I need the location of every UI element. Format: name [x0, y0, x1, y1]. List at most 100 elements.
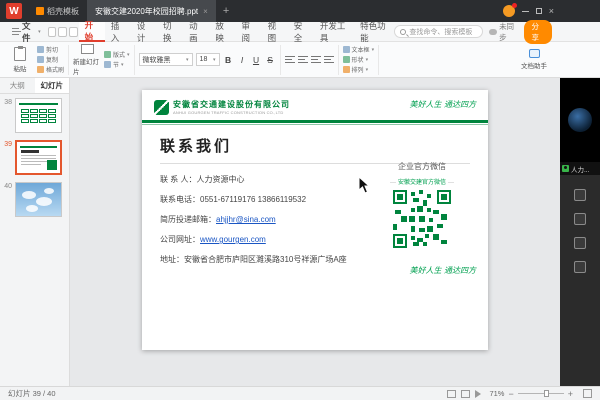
bold-button[interactable]: B: [223, 55, 234, 65]
file-menu-label: 文件: [22, 20, 35, 44]
close-button[interactable]: ×: [549, 6, 554, 16]
normal-view-icon[interactable]: [447, 390, 456, 398]
tab-transition[interactable]: 切换: [157, 22, 183, 42]
new-tab-button[interactable]: +: [216, 5, 236, 17]
align-left-button[interactable]: [285, 55, 295, 64]
tab-slideshow[interactable]: 放映: [209, 22, 235, 42]
tab-security[interactable]: 安全: [288, 22, 314, 42]
thumb-number: 39: [0, 140, 15, 175]
chevron-down-icon: ▾: [372, 47, 375, 53]
user-avatar[interactable]: [503, 5, 515, 17]
contact-row[interactable]: 地址：安徽省合肥市庐阳区濉溪路310号祥源广场A座: [160, 254, 470, 265]
italic-button[interactable]: I: [237, 55, 248, 65]
align-right-button[interactable]: [311, 55, 321, 64]
tab-review[interactable]: 审阅: [235, 22, 261, 42]
zoom-slider-knob[interactable]: [544, 390, 549, 397]
email-link[interactable]: ahjjhr@sina.com: [216, 215, 276, 224]
chevron-down-icon: ▾: [366, 57, 369, 63]
slogan-script-bottom: 美好人生 通达四方: [409, 265, 476, 276]
rightbar-tool-icon[interactable]: [574, 237, 586, 249]
wechat-caption: 安徽交建官方微信: [370, 177, 474, 186]
participant-name: 人力...: [560, 162, 600, 175]
slideshow-play-icon[interactable]: [475, 390, 481, 398]
cut-button[interactable]: 剪切: [37, 45, 64, 54]
section-icon: [104, 61, 111, 68]
fit-to-window-icon[interactable]: [583, 389, 592, 398]
textbox-button[interactable]: 文本框▾: [343, 45, 375, 54]
tab-home[interactable]: 开始: [79, 22, 105, 42]
rightbar-tool-icon[interactable]: [574, 213, 586, 225]
meeting-sidebar: 人力...: [560, 78, 600, 386]
tab-animation[interactable]: 动画: [183, 22, 209, 42]
outline-tab[interactable]: 大纲: [0, 78, 35, 93]
slide-thumbnail-40[interactable]: 40: [0, 182, 69, 217]
chevron-down-icon: ▾: [366, 67, 369, 73]
textbox-icon: [343, 46, 350, 53]
tab-close-icon[interactable]: ×: [203, 7, 208, 16]
zoom-in-button[interactable]: +: [568, 389, 573, 399]
tab-insert[interactable]: 插入: [105, 22, 131, 42]
thumb-preview[interactable]: [15, 140, 62, 175]
slide-thumbnail-38[interactable]: 38: [0, 98, 69, 133]
redo-icon[interactable]: [69, 27, 78, 37]
align-center-button[interactable]: [298, 55, 308, 64]
rightbar-tool-icon[interactable]: [574, 261, 586, 273]
rightbar-tool-icon[interactable]: [574, 189, 586, 201]
wechat-heading: 企业官方微信: [370, 161, 474, 172]
share-button[interactable]: 分享: [524, 20, 552, 44]
home-tab-label: 稻壳模板: [47, 6, 79, 17]
file-menu[interactable]: 文件 ▾: [6, 20, 47, 44]
company-name-en: ANHUI GOURGEN TRAFFIC CONSTRUCTION CO.,L…: [173, 110, 290, 115]
thumbnail-list[interactable]: 38 39 40: [0, 94, 69, 386]
wps-logo[interactable]: W: [6, 3, 22, 19]
tab-view[interactable]: 视图: [262, 22, 288, 42]
assistant-icon: [529, 49, 540, 58]
notification-dot: [512, 3, 517, 8]
tab-features[interactable]: 特色功能: [354, 22, 394, 42]
underline-button[interactable]: U: [251, 55, 262, 65]
justify-button[interactable]: [324, 55, 334, 64]
thumb-preview[interactable]: [15, 182, 62, 217]
chevron-down-icon: ▾: [38, 29, 41, 35]
format-painter-button[interactable]: 格式刷: [37, 65, 64, 74]
slide-sorter-icon[interactable]: [461, 390, 470, 398]
zoom-out-button[interactable]: −: [508, 389, 513, 399]
font-name-select[interactable]: 微软雅黑▾: [139, 53, 193, 66]
template-grid-icon: [36, 7, 44, 15]
website-link[interactable]: www.gourgen.com: [200, 235, 266, 244]
new-slide-button[interactable]: 新建幻灯片: [73, 44, 101, 76]
editor-canvas[interactable]: 安徽省交通建设股份有限公司 ANHUI GOURGEN TRAFFIC CONS…: [70, 78, 560, 386]
thumb-number: 40: [0, 182, 15, 217]
save-icon[interactable]: [48, 27, 57, 37]
zoom-level: 71%: [489, 389, 504, 398]
command-search-input[interactable]: 查找命令、搜索模板: [394, 25, 482, 38]
undo-icon[interactable]: [58, 27, 67, 37]
shapes-button[interactable]: 形状▾: [343, 55, 375, 64]
tab-design[interactable]: 设计: [131, 22, 157, 42]
copy-button[interactable]: 复制: [37, 55, 64, 64]
participant-video[interactable]: [560, 78, 600, 162]
arrange-button[interactable]: 排列▾: [343, 65, 375, 74]
slide-title[interactable]: 联系我们: [160, 135, 470, 156]
tab-devtools[interactable]: 开发工具: [314, 22, 354, 42]
minimize-button[interactable]: [522, 11, 529, 12]
thumb-preview[interactable]: [15, 98, 62, 133]
section-button[interactable]: 节▾: [104, 60, 130, 69]
maximize-button[interactable]: [536, 8, 542, 14]
search-icon: [400, 29, 406, 35]
font-size-select[interactable]: 18▾: [196, 53, 220, 66]
slide-thumbnail-39-selected[interactable]: 39: [0, 140, 69, 175]
arrange-icon: [343, 66, 350, 73]
paste-button[interactable]: 粘贴: [6, 47, 34, 73]
shapes-icon: [343, 56, 350, 63]
strikethrough-button[interactable]: S: [265, 55, 276, 65]
slide-39[interactable]: 安徽省交通建设股份有限公司 ANHUI GOURGEN TRAFFIC CONS…: [142, 90, 488, 350]
slide-indicator: 幻灯片 39 / 40: [8, 388, 56, 399]
doc-assistant-button[interactable]: 文档助手: [520, 49, 548, 70]
slides-tab[interactable]: 幻灯片: [35, 78, 70, 93]
sync-status[interactable]: 未同步: [489, 21, 518, 43]
slides-panel: 大纲 幻灯片 38 39 40: [0, 78, 70, 386]
person-icon: [562, 165, 569, 172]
zoom-slider[interactable]: [518, 393, 564, 394]
layout-button[interactable]: 版式▾: [104, 50, 130, 59]
